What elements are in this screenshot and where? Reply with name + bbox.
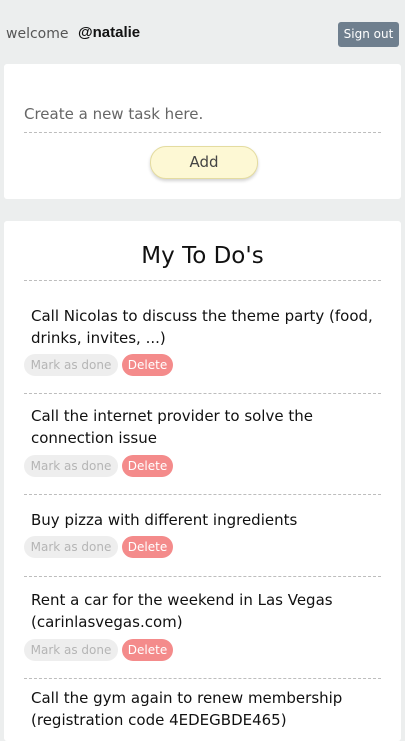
top-bar: welcome @natalie Sign out: [0, 0, 405, 62]
title-divider: [24, 280, 381, 281]
mark-as-done-button[interactable]: Mark as done: [24, 536, 118, 558]
delete-button[interactable]: Delete: [122, 536, 173, 558]
delete-button[interactable]: Delete: [122, 354, 173, 376]
todo-divider: [24, 393, 381, 394]
todo-divider: [24, 494, 381, 495]
todo-text: Call the internet provider to solve the …: [31, 407, 313, 447]
todo-divider: [24, 678, 381, 679]
username: @natalie: [78, 24, 141, 41]
todo-item: Call the gym again to renew membership (…: [24, 687, 381, 741]
add-button[interactable]: Add: [150, 146, 258, 179]
mark-as-done-button[interactable]: Mark as done: [24, 639, 118, 661]
delete-button[interactable]: Delete: [122, 639, 173, 661]
new-task-input[interactable]: [24, 96, 381, 133]
todo-item: Rent a car for the weekend in Las Vegas …: [24, 589, 381, 679]
new-task-card: Add: [4, 64, 401, 199]
mark-as-done-button[interactable]: Mark as done: [24, 354, 118, 376]
todo-list-card: My To Do's Call Nicolas to discuss the t…: [4, 221, 401, 741]
sign-out-button[interactable]: Sign out: [338, 22, 399, 47]
todo-item: Call Nicolas to discuss the theme party …: [24, 305, 381, 395]
todo-item: Buy pizza with different ingredients Mar…: [24, 509, 381, 577]
todo-list-title: My To Do's: [141, 243, 264, 269]
todo-item: Call the internet provider to solve the …: [24, 405, 381, 495]
delete-button[interactable]: Delete: [122, 455, 173, 477]
welcome-label: welcome: [6, 26, 69, 42]
todo-text: Call Nicolas to discuss the theme party …: [31, 307, 373, 347]
todo-text: Rent a car for the weekend in Las Vegas …: [31, 591, 333, 631]
todo-text: Call the gym again to renew membership (…: [31, 689, 343, 729]
todo-divider: [24, 576, 381, 577]
todo-text: Buy pizza with different ingredients: [31, 511, 298, 529]
mark-as-done-button[interactable]: Mark as done: [24, 455, 118, 477]
